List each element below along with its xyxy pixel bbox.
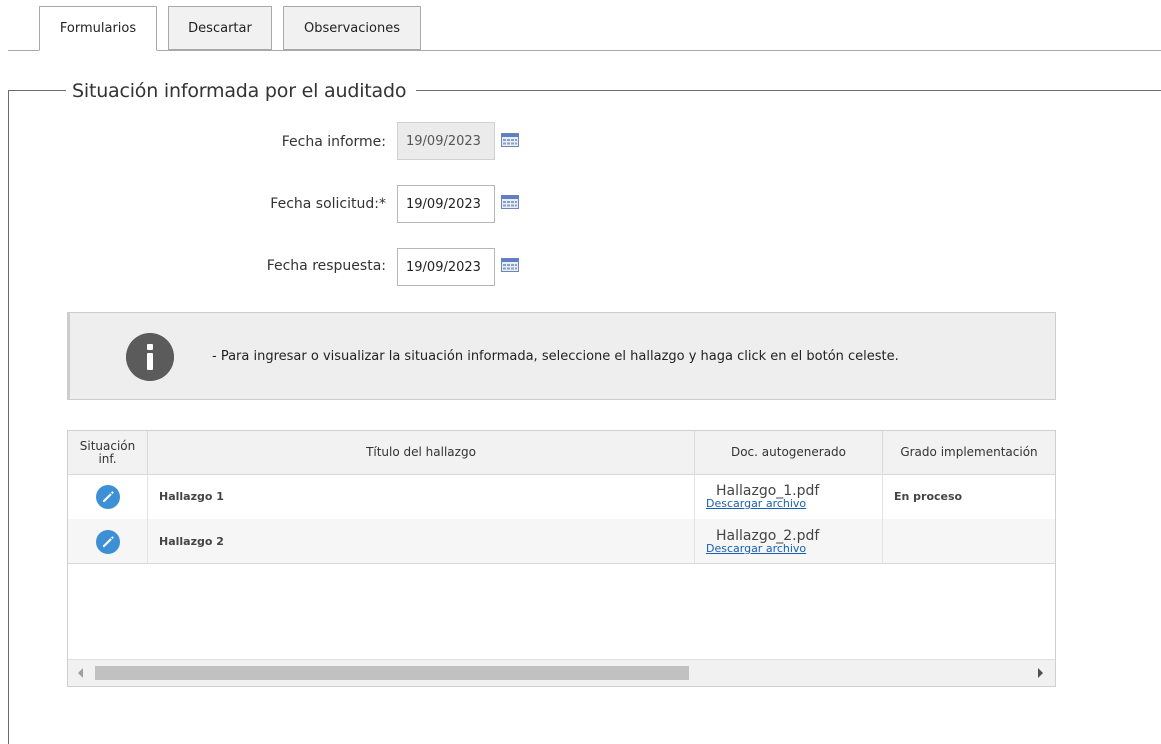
doc-filename: Hallazgo_2.pdf: [716, 528, 820, 544]
fecha-respuesta-field[interactable]: 19/09/2023: [397, 248, 495, 286]
column-header-grado[interactable]: Grado implementación: [883, 431, 1055, 474]
section-title: Situación informada por el auditado: [72, 80, 407, 102]
scroll-right-icon[interactable]: [1038, 668, 1043, 678]
info-icon: [126, 333, 174, 381]
grado-implementacion: En proceso: [894, 490, 963, 503]
tab-descartar[interactable]: Descartar: [168, 6, 272, 50]
fecha-informe-field: 19/09/2023: [397, 122, 495, 160]
calendar-icon[interactable]: [501, 133, 519, 147]
tab-bar: Formularios Descartar Observaciones: [0, 0, 1161, 51]
grado-implementacion: [883, 519, 1055, 564]
edit-button[interactable]: [95, 529, 120, 554]
fecha-solicitud-field[interactable]: 19/09/2023: [397, 185, 495, 223]
pencil-icon: [102, 535, 114, 547]
fieldset-border-top: [8, 90, 66, 91]
doc-cell: Hallazgo_2.pdf Descargar archivo: [695, 519, 883, 564]
hallazgo-title: Hallazgo 2: [148, 519, 695, 564]
hallazgos-grid: Situación inf. Título del hallazgo Doc. …: [67, 430, 1056, 687]
column-header-label: Título del hallazgo: [366, 445, 476, 459]
calendar-icon[interactable]: [501, 258, 519, 272]
column-header-situacion[interactable]: Situación inf.: [68, 431, 148, 474]
horizontal-scrollbar[interactable]: [68, 659, 1055, 686]
column-header-label: Situación: [79, 438, 136, 453]
fieldset-border-left: [8, 90, 9, 744]
tab-formularios[interactable]: Formularios: [39, 6, 157, 51]
info-message-box: - Para ingresar o visualizar la situació…: [67, 312, 1056, 400]
column-header-titulo[interactable]: Título del hallazgo: [148, 431, 695, 474]
column-header-doc[interactable]: Doc. autogenerado: [695, 431, 883, 474]
scroll-left-icon[interactable]: [78, 668, 83, 678]
fecha-informe-label: Fecha informe:: [281, 134, 386, 150]
fecha-solicitud-label: Fecha solicitud:*: [270, 196, 386, 212]
info-message-text: - Para ingresar o visualizar la situació…: [212, 349, 899, 364]
download-link[interactable]: Descargar archivo: [706, 498, 806, 509]
edit-button[interactable]: [95, 484, 120, 509]
scrollbar-thumb[interactable]: [95, 666, 689, 680]
fecha-respuesta-label: Fecha respuesta:: [266, 258, 386, 274]
grid-row-divider: [68, 563, 1055, 564]
column-header-label: Doc. autogenerado: [730, 445, 847, 459]
doc-filename: Hallazgo_1.pdf: [716, 483, 820, 499]
tab-observaciones[interactable]: Observaciones: [283, 6, 421, 50]
table-row[interactable]: Hallazgo 1 Hallazgo_1.pdf Descargar arch…: [68, 474, 1055, 519]
fieldset-border-top: [416, 90, 1161, 91]
calendar-icon[interactable]: [501, 195, 519, 209]
column-header-label: inf.: [98, 451, 117, 466]
tab-bar-line: [8, 50, 1161, 51]
table-row[interactable]: Hallazgo 2 Hallazgo_2.pdf Descargar arch…: [68, 519, 1055, 564]
hallazgo-title: Hallazgo 1: [148, 474, 695, 519]
column-header-label: Grado implementación: [900, 445, 1038, 459]
doc-cell: Hallazgo_1.pdf Descargar archivo: [695, 474, 883, 519]
pencil-icon: [102, 490, 114, 502]
download-link[interactable]: Descargar archivo: [706, 543, 806, 554]
grid-header: Situación inf. Título del hallazgo Doc. …: [68, 431, 1055, 475]
